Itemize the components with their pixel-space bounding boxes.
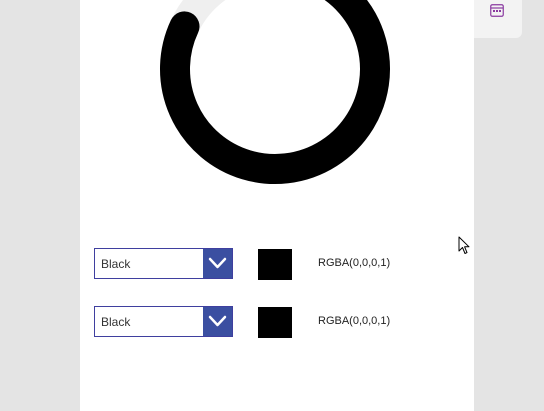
progress-ring [160,0,390,184]
calendar-icon[interactable] [490,3,504,17]
color-swatch-1 [258,249,292,280]
dropdown-selected-value: Black [101,257,131,271]
dropdown-toggle-button[interactable] [203,307,232,336]
dropdown-selected-value: Black [101,315,131,329]
chevron-down-icon [208,315,227,327]
dropdown-toggle-button[interactable] [203,249,232,278]
color-row-1: Black RGBA(0,0,0,1) [94,248,474,282]
mouse-pointer-icon [458,236,470,254]
side-panel [474,0,522,38]
color-swatch-2 [258,307,292,338]
color-row-2: Black RGBA(0,0,0,1) [94,306,474,340]
color-dropdown-2[interactable]: Black [94,306,233,337]
rgba-label-1: RGBA(0,0,0,1) [318,257,391,269]
rgba-label-2: RGBA(0,0,0,1) [318,315,391,327]
progress-ring-fill [160,0,390,184]
color-dropdown-1[interactable]: Black [94,248,233,279]
app-canvas: Black RGBA(0,0,0,1) Black RGBA(0,0,0,1) [80,0,474,411]
chevron-down-icon [208,257,227,269]
